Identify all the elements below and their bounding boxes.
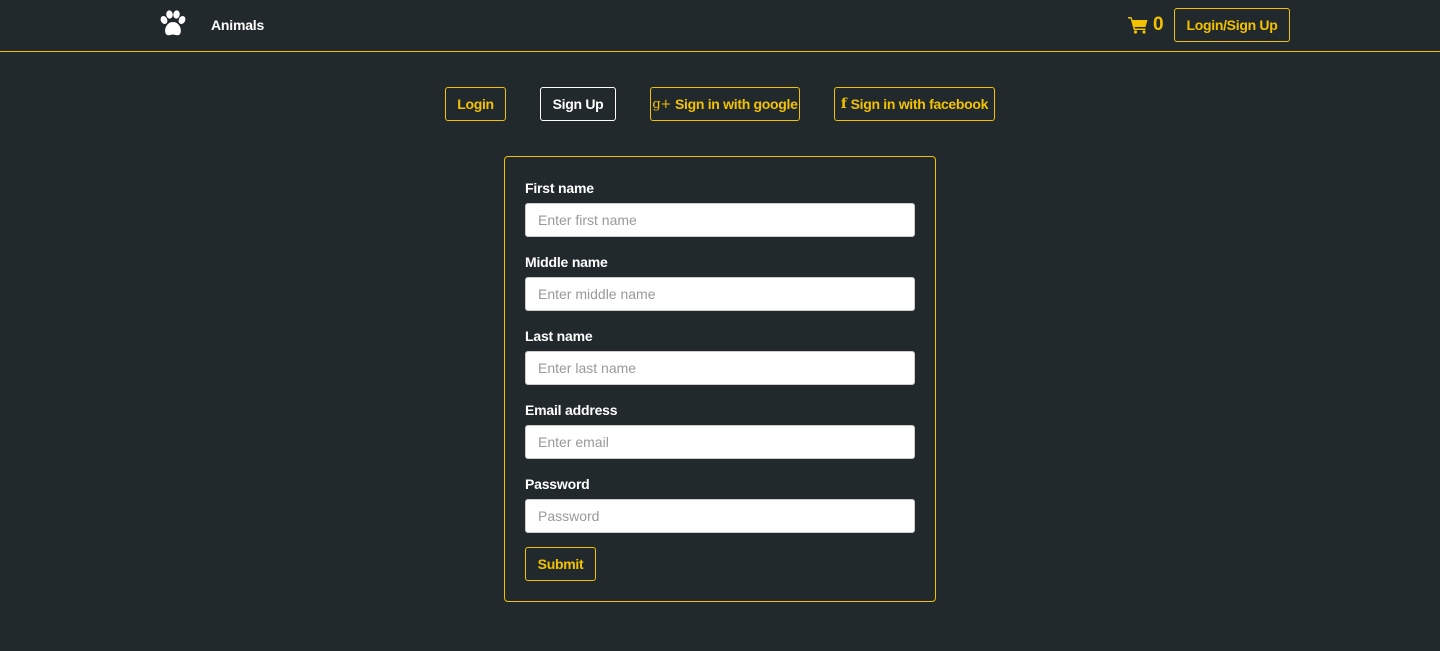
password-input[interactable] [525, 499, 915, 533]
facebook-signin-button[interactable]: f Sign in with facebook [834, 87, 995, 121]
google-signin-button[interactable]: g+ Sign in with google [650, 87, 800, 121]
google-signin-label: Sign in with google [675, 96, 798, 112]
paw-icon[interactable] [158, 10, 188, 38]
signup-form: First name Middle name Last name Email a… [504, 156, 936, 602]
shopping-cart-icon [1128, 17, 1148, 34]
last-name-label: Last name [525, 328, 593, 344]
middle-name-input[interactable] [525, 277, 915, 311]
password-label: Password [525, 476, 590, 492]
first-name-input[interactable] [525, 203, 915, 237]
first-name-label: First name [525, 180, 594, 196]
facebook-signin-label: Sign in with facebook [850, 96, 989, 112]
cart-button[interactable]: 0 [1128, 13, 1164, 37]
google-plus-icon: g+ [652, 96, 671, 112]
tab-login[interactable]: Login [445, 87, 506, 121]
tab-signup[interactable]: Sign Up [540, 87, 616, 121]
facebook-icon: f [840, 96, 847, 112]
login-signup-button[interactable]: Login/Sign Up [1174, 8, 1290, 42]
last-name-input[interactable] [525, 351, 915, 385]
cart-count: 0 [1153, 14, 1164, 35]
email-input[interactable] [525, 425, 915, 459]
email-label: Email address [525, 402, 618, 418]
brand-name[interactable]: Animals [211, 17, 264, 33]
middle-name-label: Middle name [525, 254, 608, 270]
submit-button[interactable]: Submit [525, 547, 596, 581]
navbar: Animals 0 Login/Sign Up [0, 0, 1440, 52]
